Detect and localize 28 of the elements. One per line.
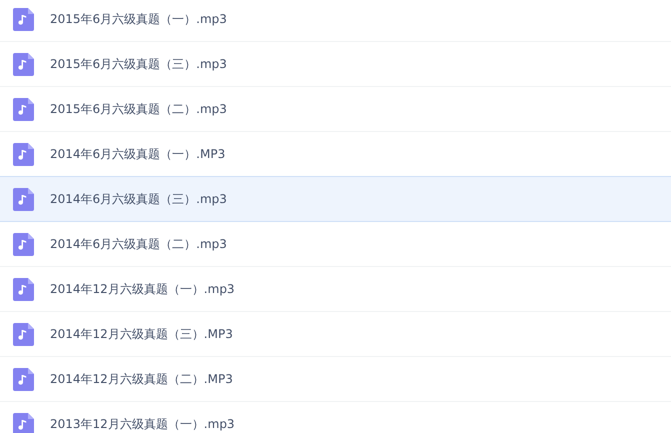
file-name: 2014年6月六级真题（一）.MP3 [50,146,226,162]
file-row[interactable]: 2014年12月六级真题（一）.mp3 [0,266,671,312]
file-name: 2015年6月六级真题（一）.mp3 [50,10,227,28]
file-row[interactable]: 2014年12月六级真题（三）.MP3 [0,311,671,357]
file-name: 2014年12月六级真题（一）.mp3 [50,280,235,298]
file-row[interactable]: 2015年6月六级真题（一）.mp3 [0,0,671,42]
file-row[interactable]: 2014年6月六级真题（三）.mp3 [0,176,671,222]
file-name: 2015年6月六级真题（二）.mp3 [50,100,227,118]
file-name: 2014年12月六级真题（二）.MP3 [50,370,233,388]
music-file-icon [13,142,34,166]
music-file-icon [13,98,34,120]
file-row[interactable]: 2013年12月六级真题（一）.mp3 [0,401,671,433]
music-file-icon [13,52,34,76]
file-name: 2014年6月六级真题（二）.mp3 [50,236,227,252]
file-name: 2014年6月六级真题（三）.mp3 [50,190,227,208]
file-row[interactable]: 2014年12月六级真题（二）.MP3 [0,356,671,402]
music-file-icon [13,232,34,256]
file-name: 2015年6月六级真题（三）.mp3 [50,56,227,72]
music-file-icon [13,368,34,390]
file-row[interactable]: 2015年6月六级真题（二）.mp3 [0,86,671,132]
file-row[interactable]: 2014年6月六级真题（二）.mp3 [0,221,671,267]
file-name: 2013年12月六级真题（一）.mp3 [50,416,235,432]
music-file-icon [13,188,34,210]
music-file-icon [13,278,34,300]
music-file-icon [13,322,34,346]
music-file-icon [13,8,34,30]
file-row[interactable]: 2015年6月六级真题（三）.mp3 [0,41,671,87]
file-name: 2014年12月六级真题（三）.MP3 [50,326,233,342]
